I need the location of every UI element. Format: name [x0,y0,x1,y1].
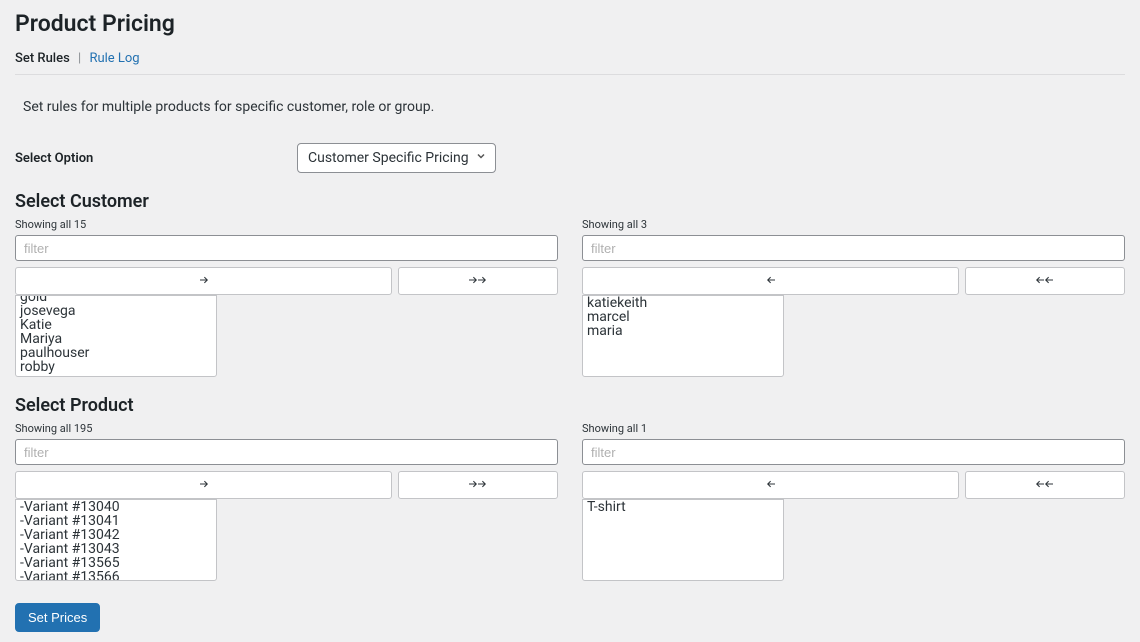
arrow-right-double-icon [467,274,489,289]
product-move-all-left-button[interactable] [965,471,1125,499]
select-product-heading: Select Product [15,395,1125,416]
list-item[interactable]: Katie [20,318,212,332]
list-item[interactable]: marcel [587,310,779,324]
product-source-col: Showing all 195 -Variant #13040 -Variant… [15,422,558,581]
list-item[interactable]: T-shirt [587,500,779,514]
product-target-col: Showing all 1 T-shirt [582,422,1125,581]
list-item[interactable]: josevega [20,304,212,318]
product-source-filter[interactable] [15,439,558,465]
list-item[interactable]: paulhouser [20,346,212,360]
customer-target-filter[interactable] [582,235,1125,261]
list-item[interactable]: -Variant #13566 [20,570,212,581]
customer-source-showing: Showing all 15 [15,218,558,231]
page-title: Product Pricing [15,10,1125,37]
product-move-all-right-button[interactable] [398,471,558,499]
arrow-left-icon [764,274,778,289]
tab-bar: Set Rules | Rule Log [15,51,1125,75]
product-target-showing: Showing all 1 [582,422,1125,435]
product-target-listbox[interactable]: T-shirt [582,499,784,581]
customer-source-listbox[interactable]: gold josevega Katie Mariya paulhouser ro… [15,295,217,377]
customer-dual-list: Showing all 15 gold josevega Katie Mariy… [15,218,1125,377]
product-move-left-button[interactable] [582,471,959,499]
product-dual-list: Showing all 195 -Variant #13040 -Variant… [15,422,1125,581]
customer-move-right-button[interactable] [15,267,392,295]
arrow-right-icon [197,274,211,289]
chevron-down-icon [475,150,487,166]
customer-move-left-button[interactable] [582,267,959,295]
intro-text: Set rules for multiple products for spec… [15,93,1125,129]
list-item[interactable]: -Variant #13042 [20,528,212,542]
customer-move-all-right-button[interactable] [398,267,558,295]
list-item[interactable]: -Variant #13040 [20,500,212,514]
list-item[interactable]: Mariya [20,332,212,346]
list-item[interactable]: -Variant #13565 [20,556,212,570]
arrow-right-double-icon [467,478,489,493]
customer-target-col: Showing all 3 katiekeith marcel maria [582,218,1125,377]
product-target-filter[interactable] [582,439,1125,465]
arrow-left-double-icon [1034,274,1056,289]
list-item[interactable]: -Variant #13043 [20,542,212,556]
product-source-showing: Showing all 195 [15,422,558,435]
list-item[interactable]: -Variant #13041 [20,514,212,528]
customer-target-showing: Showing all 3 [582,218,1125,231]
customer-source-filter[interactable] [15,235,558,261]
customer-target-listbox[interactable]: katiekeith marcel maria [582,295,784,377]
tab-separator: | [78,51,81,66]
product-move-right-button[interactable] [15,471,392,499]
customer-move-all-left-button[interactable] [965,267,1125,295]
arrow-left-icon [764,478,778,493]
customer-source-col: Showing all 15 gold josevega Katie Mariy… [15,218,558,377]
select-option-dropdown[interactable]: Customer Specific Pricing [297,143,496,173]
arrow-right-icon [197,478,211,493]
product-source-listbox[interactable]: -Variant #13040 -Variant #13041 -Variant… [15,499,217,581]
select-option-row: Select Option Customer Specific Pricing [15,143,1125,173]
arrow-left-double-icon [1034,478,1056,493]
select-option-label: Select Option [15,151,297,166]
select-customer-heading: Select Customer [15,191,1125,212]
list-item[interactable]: robby [20,360,212,374]
select-option-value: Customer Specific Pricing [308,150,469,166]
tab-rule-log[interactable]: Rule Log [89,51,139,66]
list-item[interactable]: maria [587,324,779,338]
tab-set-rules[interactable]: Set Rules [15,51,70,66]
list-item[interactable]: katiekeith [587,296,779,310]
